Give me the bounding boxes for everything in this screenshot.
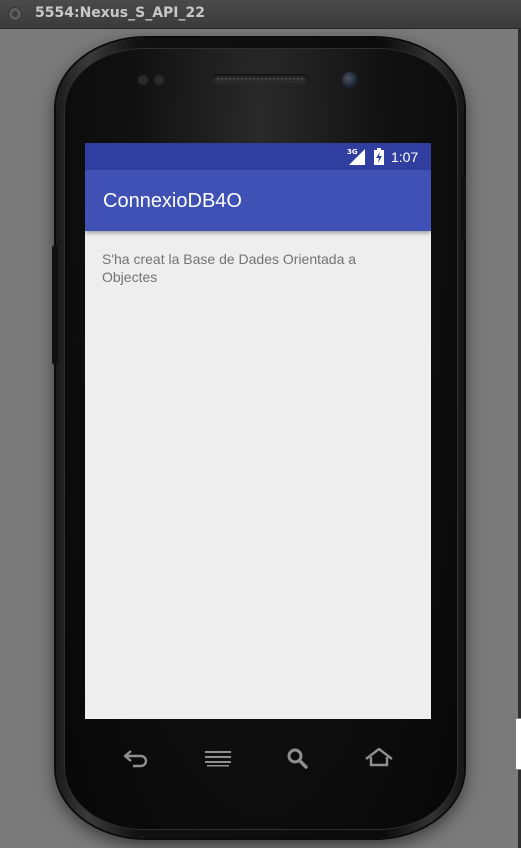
app-title: ConnexioDB4O — [103, 190, 242, 212]
search-button[interactable] — [284, 745, 314, 771]
home-icon — [365, 747, 393, 767]
close-window-button[interactable] — [8, 7, 22, 21]
back-icon — [123, 750, 148, 768]
clock: 1:07 — [391, 149, 419, 165]
menu-button[interactable] — [203, 745, 233, 771]
menu-icon — [205, 751, 231, 767]
proximity-sensor — [136, 74, 172, 86]
power-key[interactable] — [461, 176, 466, 240]
background-window-sliver — [516, 718, 521, 770]
window-title: 5554:Nexus_S_API_22 — [35, 5, 205, 21]
volume-key[interactable] — [52, 245, 58, 365]
search-icon — [287, 748, 308, 769]
emulator-title-bar: 5554:Nexus_S_API_22 — [0, 0, 521, 29]
earpiece-speaker — [212, 74, 308, 84]
status-message: S'ha creat la Base de Dades Orientada a … — [102, 251, 357, 285]
app-bar: ConnexioDB4O — [85, 170, 431, 231]
device-screen: 3G 1:07 ConnexioDB4O S'ha creat la Base … — [85, 143, 431, 719]
front-camera — [342, 72, 358, 88]
signal-icon — [349, 149, 365, 165]
status-bar: 3G 1:07 — [85, 143, 431, 170]
battery-charging-icon — [374, 148, 384, 165]
back-button[interactable] — [121, 745, 151, 771]
home-button[interactable] — [364, 745, 394, 771]
